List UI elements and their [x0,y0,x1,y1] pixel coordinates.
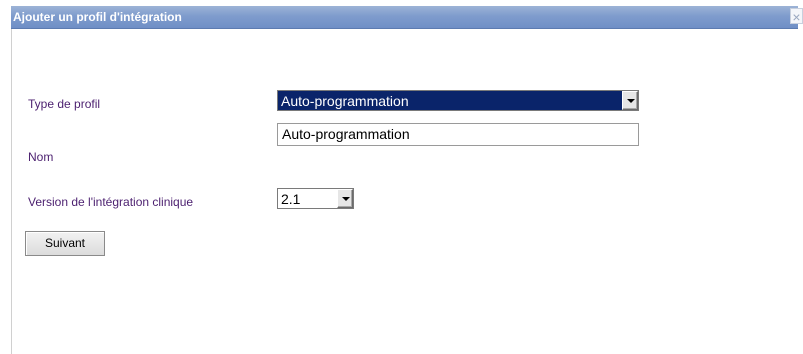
dialog-left-border [11,6,12,354]
dialog-titlebar: Ajouter un profil d'intégration [11,6,798,29]
profile-type-value: Auto-programmation [281,93,409,109]
add-integration-profile-dialog: Ajouter un profil d'intégration × Type d… [0,0,803,354]
profile-type-select[interactable]: Auto-programmation [277,90,639,111]
name-input[interactable]: Auto-programmation [277,123,639,146]
chevron-down-icon[interactable] [622,91,638,110]
name-label: Nom [28,150,54,164]
version-value: 2.1 [281,191,301,207]
profile-type-label: Type de profil [28,97,101,111]
chevron-down-icon[interactable] [337,189,353,208]
dialog-title: Ajouter un profil d'intégration [13,10,182,24]
next-button[interactable]: Suivant [25,231,105,256]
close-icon[interactable]: × [790,8,803,25]
version-select[interactable]: 2.1 [277,188,354,209]
version-label: Version de l'intégration clinique [28,195,194,209]
